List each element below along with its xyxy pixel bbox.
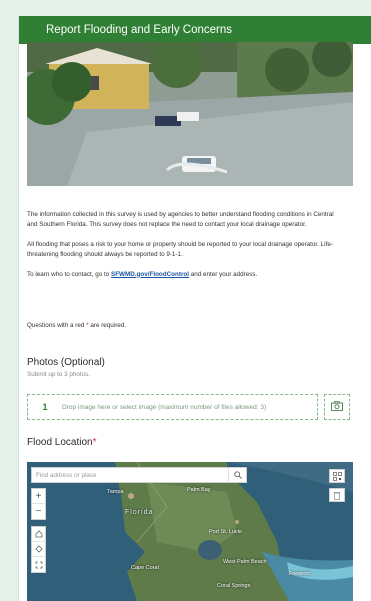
fullscreen-icon[interactable] — [31, 557, 46, 572]
intro-paragraph-3: To learn who to contact, go to SFWMD.gov… — [27, 270, 345, 280]
required-note-text: Questions with a red — [27, 322, 87, 329]
intro-text: The information collected in this survey… — [27, 210, 345, 289]
intro-p3-before: To learn who to contact, go to — [27, 270, 112, 278]
map-label-west-palm-beach: West Palm Beach — [223, 559, 267, 565]
map-label-cape-coral: Cape Coral — [131, 565, 159, 571]
survey-header: Report Flooding and Early Concerns — [19, 16, 371, 44]
flood-photo-image — [27, 42, 353, 186]
qr-code-button[interactable] — [329, 469, 345, 483]
zoom-controls: + − — [31, 488, 46, 520]
map-label-port-st-lucie: Port St. Lucie — [209, 529, 243, 535]
map-label-tampa: Tampa — [107, 489, 124, 495]
photo-dropzone[interactable]: 1 Drop image here or select image (maxim… — [27, 394, 318, 420]
flood-photo — [27, 42, 353, 186]
zoom-in-icon[interactable]: + — [31, 489, 46, 504]
required-note: Questions with a red * are required. — [27, 322, 126, 329]
flood-control-link[interactable]: SFWMD.gov/FloodControl — [111, 271, 189, 278]
location-map[interactable]: Find address or place + − Tampa Palm Bay… — [27, 462, 353, 601]
map-label-coral-springs: Coral Springs — [217, 583, 251, 589]
intro-p3-after: and enter your address. — [189, 270, 258, 278]
search-icon — [233, 471, 242, 479]
photo-count: 1 — [42, 402, 48, 412]
location-required-star: * — [92, 437, 97, 448]
map-search-input[interactable]: Find address or place — [36, 472, 97, 479]
map-label-florida: Florida — [125, 509, 154, 516]
qr-code-icon — [332, 471, 342, 481]
map-label-freeport: Freeport — [289, 571, 310, 577]
home-icon[interactable] — [31, 527, 46, 542]
delete-button[interactable] — [329, 488, 345, 502]
locate-icon[interactable] — [31, 542, 46, 557]
photos-title: Photos (Optional) — [27, 357, 105, 368]
intro-paragraph-1: The information collected in this survey… — [27, 211, 334, 229]
camera-button[interactable] — [324, 394, 350, 420]
intro-paragraph-2: All flooding that poses a risk to your h… — [27, 240, 333, 259]
map-label-palm-bay: Palm Bay — [187, 487, 211, 493]
photos-subtitle: Submit up to 3 photos. — [27, 371, 91, 378]
map-extra-controls — [31, 526, 46, 573]
zoom-out-icon[interactable]: − — [31, 504, 46, 519]
camera-icon — [331, 398, 343, 416]
delete-icon — [333, 491, 341, 500]
location-title: Flood Location* — [27, 437, 97, 448]
location-title-text: Flood Location — [27, 437, 93, 448]
map-search-bar[interactable]: Find address or place — [31, 467, 247, 483]
dropzone-text: Drop image here or select image (maximum… — [62, 403, 267, 411]
survey-title: Report Flooding and Early Concerns — [46, 24, 233, 36]
map-search-button[interactable] — [228, 468, 246, 482]
required-note-after: are required. — [88, 322, 127, 329]
